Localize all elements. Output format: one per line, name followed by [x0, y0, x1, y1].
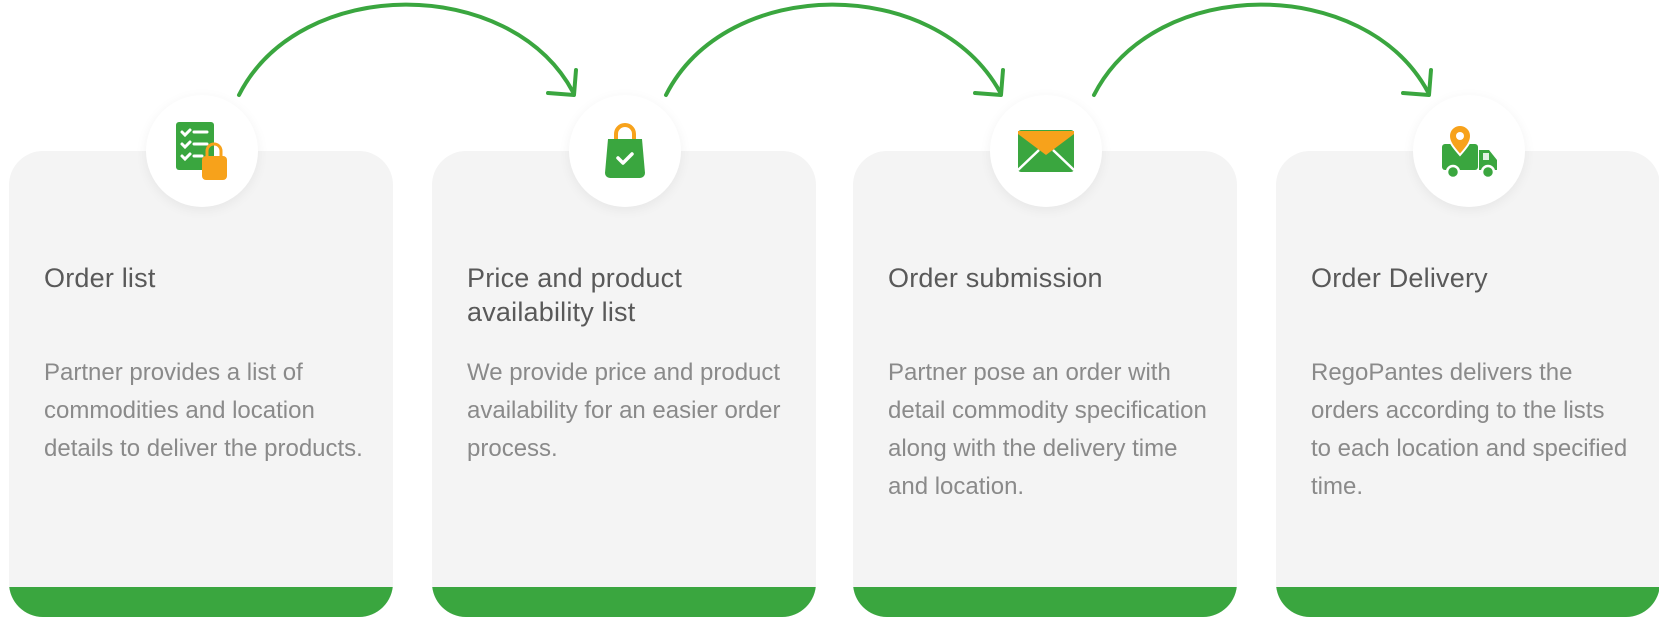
- arrow-step3-to-step4: [1092, 2, 1430, 97]
- flow-arrows: [237, 2, 1433, 97]
- arrow-step2-to-step3: [664, 2, 1002, 97]
- order-process-flow: Order list Partner provides a list of co…: [0, 0, 1659, 617]
- checklist-bag-icon: [146, 95, 258, 207]
- arrow-step1-to-step2: [237, 2, 575, 97]
- delivery-truck-icon: [1413, 95, 1525, 207]
- envelope-icon: [990, 95, 1102, 207]
- shopping-bag-icon: [569, 95, 681, 207]
